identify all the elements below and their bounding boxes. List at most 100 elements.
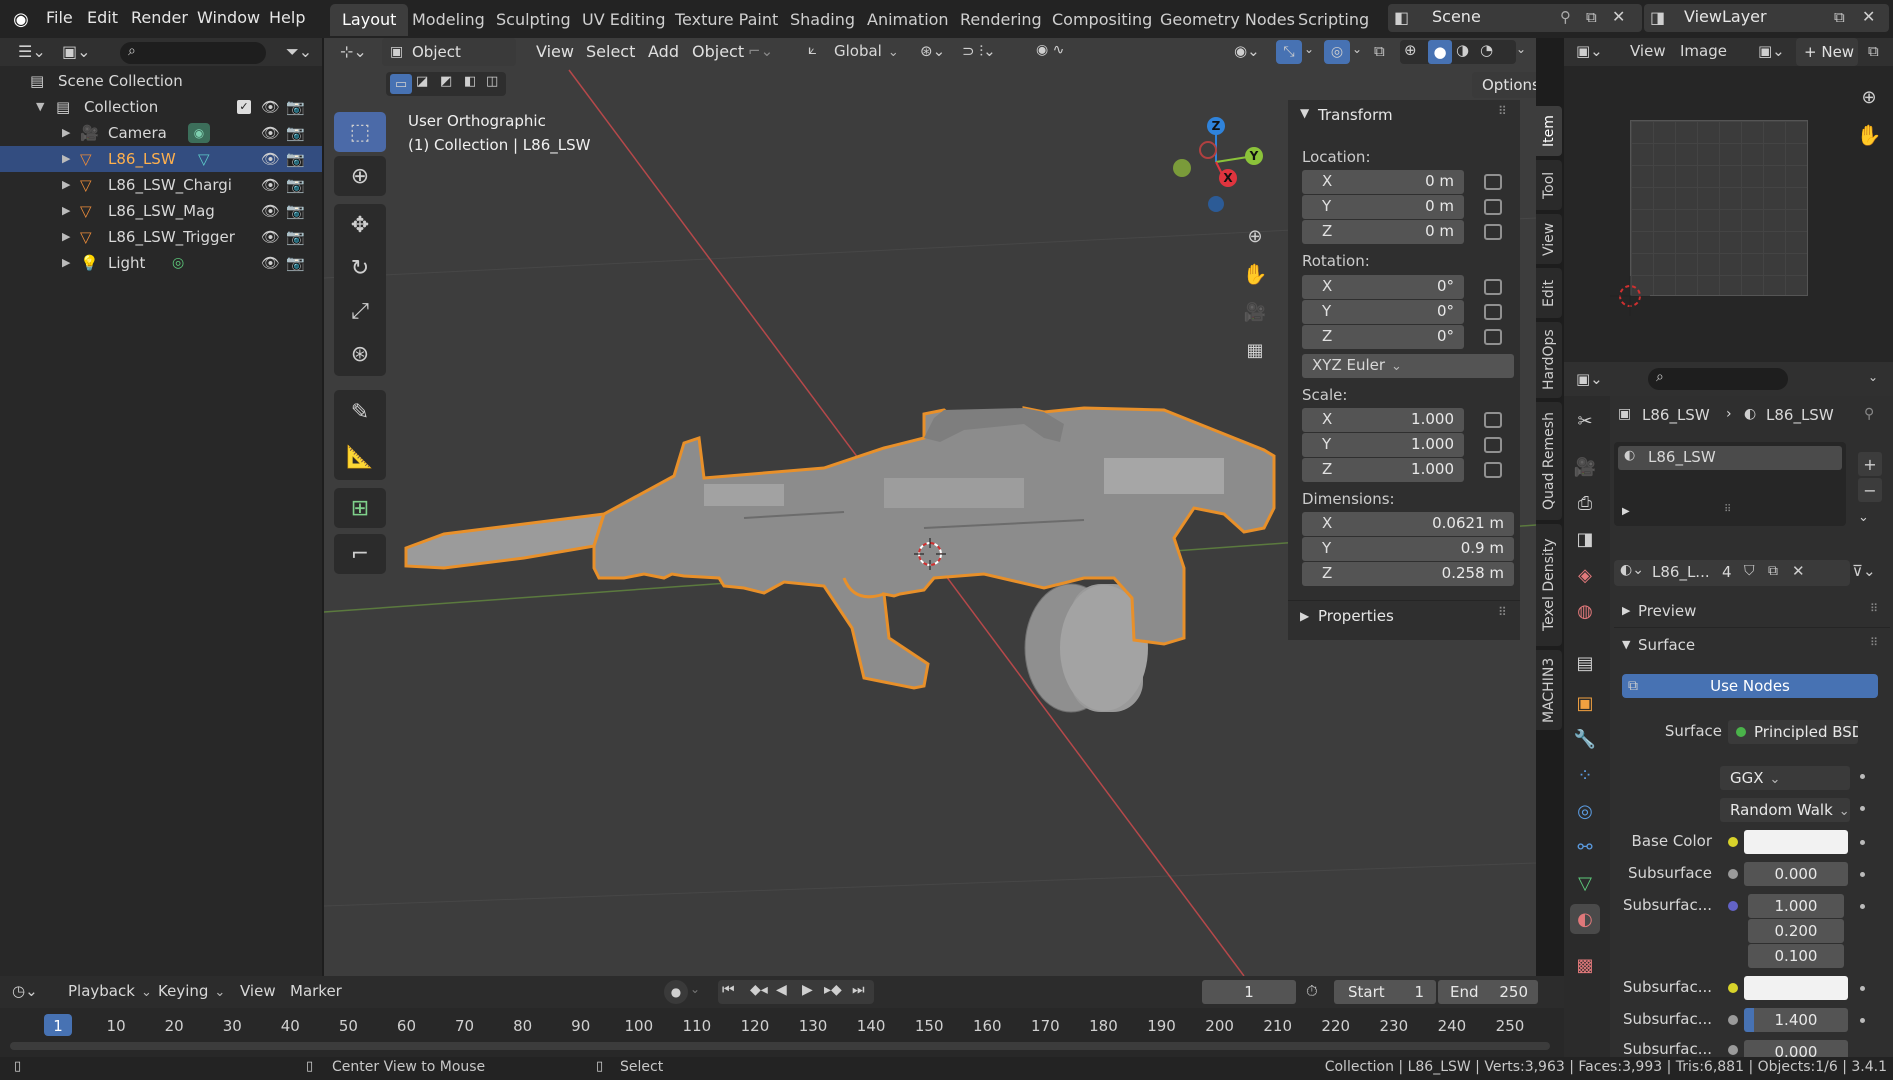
tab-sculpting[interactable]: Sculpting [484,4,583,36]
expand-triangle-icon[interactable]: ▼ [36,94,44,120]
lock-icon[interactable] [1484,304,1502,320]
pin-icon[interactable]: ⚲ [1864,406,1874,422]
transform-panel-header[interactable]: ▼ Transform ⠿ [1288,100,1520,132]
render-camera-icon[interactable]: 📷 [286,250,305,276]
use-nodes-button[interactable]: ⧉ Use Nodes [1622,674,1878,698]
new-view-layer-icon[interactable]: ⧉ [1834,8,1845,26]
expand-triangle-icon[interactable]: ▶ [62,120,70,146]
outliner-row-collection[interactable]: ▼ ▤ Collection ✓ 👁 📷 [0,94,322,120]
scale-z-field[interactable]: Z 1.000 [1302,458,1464,482]
world-properties-tab[interactable]: ◍ [1570,596,1600,626]
keyframe-dot-icon[interactable] [1860,840,1865,845]
subsurface-anisotropy-field[interactable]: 0.000 [1744,1040,1848,1057]
editor-type-icon[interactable]: ◷⌄ [12,982,38,1000]
mode-selector[interactable]: ▣ Object Mode [382,38,516,89]
end-frame-field[interactable]: End 250 [1438,980,1538,1004]
location-y-field[interactable]: Y 0 m [1302,195,1464,219]
render-camera-icon[interactable]: 📷 [286,224,305,250]
prev-keyframe-icon[interactable]: ◆◂ [750,982,768,998]
visibility-eye-icon[interactable]: 👁 [261,198,280,224]
expand-triangle-icon[interactable]: ▶ [62,250,70,276]
subsurface-ior-field[interactable]: 1.400 [1744,1008,1848,1032]
scale-x-field[interactable]: X 1.000 [1302,408,1464,432]
viewport-menu-select[interactable]: Select [586,42,635,61]
jump-end-icon[interactable]: ⏭ [852,982,865,998]
scale-y-field[interactable]: Y 1.000 [1302,433,1464,457]
slot-specials-icon[interactable]: ⌄ [1858,510,1869,525]
drag-handle-icon[interactable]: ⠿ [1870,602,1878,615]
image-editor[interactable]: ▣⌄ View Image ▣⌄ + New ⧉ ⊕ ✋ [1564,38,1893,362]
properties-panel-header[interactable]: ▶ Properties ⠿ [1288,600,1520,632]
jump-start-icon[interactable]: ⏮ [722,982,735,998]
modifier-properties-tab[interactable]: 🔧 [1570,724,1600,754]
keyframe-dot-icon[interactable] [1860,986,1865,991]
menu-render[interactable]: Render [131,0,188,38]
sidebar-tab-tool[interactable]: Tool [1536,160,1562,210]
tab-texture-paint[interactable]: Texture Paint [663,4,790,36]
expand-triangle-icon[interactable]: ▶ [62,224,70,250]
wireframe-shading-icon[interactable]: ⊕ [1404,41,1417,59]
display-mode-icon[interactable]: ▣⌄ [62,42,91,61]
light-data-icon[interactable]: ◎ [172,250,184,276]
material-shading-icon[interactable]: ◑ [1456,41,1469,59]
play-reverse-icon[interactable]: ◀ [776,982,787,998]
sidebar-tab-hardops[interactable]: HardOps [1536,322,1562,398]
rotation-z-field[interactable]: Z 0° [1302,325,1464,349]
value-socket-icon[interactable] [1728,869,1738,879]
visibility-eye-icon[interactable]: 👁 [261,224,280,250]
pivot-point-icon[interactable]: ⊛⌄ [920,42,945,60]
viewport-menu-object[interactable]: Object [692,42,744,61]
scale-icon[interactable]: ⤢ [351,299,369,324]
user-count[interactable]: 4 [1722,563,1732,581]
keyframe-dot-icon[interactable] [1860,774,1865,779]
solid-shading-icon[interactable]: ● [1428,40,1452,64]
preview-panel-header[interactable]: ▶ Preview ⠿ [1614,598,1890,628]
render-camera-icon[interactable]: 📷 [286,198,305,224]
sidebar-tab-machin3[interactable]: MACHIN3 [1536,650,1562,730]
viewport-menu-add[interactable]: Add [648,42,679,61]
zoom-icon[interactable]: ⊕ [1854,82,1884,112]
keyframe-dot-icon[interactable] [1860,904,1865,909]
timeline-scrollbar[interactable] [10,1042,1550,1050]
tab-scripting[interactable]: Scripting [1286,4,1381,36]
select-intersect-icon[interactable]: ◫ [486,74,498,89]
visibility-eye-icon[interactable]: 👁 [261,172,280,198]
value-socket-icon[interactable] [1728,1015,1738,1025]
subsurface-color-swatch[interactable] [1744,976,1848,1000]
next-keyframe-icon[interactable]: ▸◆ [824,982,842,998]
render-camera-icon[interactable]: 📷 [286,146,305,172]
gizmo-dropdown-icon[interactable]: ⌄ [1304,42,1314,56]
move-icon[interactable]: ✥ [351,213,369,238]
options-button[interactable]: Options [1472,72,1536,98]
image-pin-icon[interactable]: ⧉ [1868,42,1879,60]
menu-help[interactable]: Help [269,0,305,38]
render-camera-icon[interactable]: 📷 [286,120,305,146]
duplicate-icon[interactable]: ⧉ [1768,563,1778,579]
lock-icon[interactable] [1484,199,1502,215]
start-frame-field[interactable]: Start 1 [1334,980,1436,1004]
menu-file[interactable]: File [46,0,73,38]
transform-orientation-selector[interactable]: ⟀ Global [808,40,904,64]
keyframe-dot-icon[interactable] [1860,872,1865,877]
shading-dropdown-icon[interactable]: ⌄ [1516,42,1526,56]
constraints-properties-tab[interactable]: ⚯ [1570,832,1600,862]
zoom-icon[interactable]: ⊕ [1239,220,1271,252]
output-properties-tab[interactable]: ⎙ [1570,488,1600,518]
subsurface-method-dropdown[interactable]: Random Walk [1720,798,1850,822]
render-camera-icon[interactable]: 📷 [286,94,305,120]
lock-icon[interactable] [1484,279,1502,295]
rotation-mode-dropdown[interactable]: XYZ Euler [1302,354,1514,378]
rendered-shading-icon[interactable]: ◔ [1480,41,1493,59]
material-datablock[interactable]: ◐⌄ L86_L... 4 ⛉ ⧉ ✕ [1614,560,1850,586]
editor-type-icon[interactable]: ▣⌄ [1576,42,1603,60]
vector-socket-icon[interactable] [1728,901,1738,911]
select-box-tool[interactable]: ⬚ [334,112,386,152]
exclude-checkbox[interactable]: ✓ [237,100,251,114]
lock-icon[interactable] [1484,329,1502,345]
subsurface-radius-x-field[interactable]: 1.000 [1748,894,1844,918]
menu-edit[interactable]: Edit [87,0,118,38]
outliner-row-l86-lsw[interactable]: ▶ ▽ L86_LSW ▽ 👁 📷 [0,146,322,172]
bevel-tool[interactable]: ⌐ [334,534,386,574]
fake-user-icon[interactable]: ⛉ [1744,563,1755,579]
tab-rendering[interactable]: Rendering [948,4,1054,36]
